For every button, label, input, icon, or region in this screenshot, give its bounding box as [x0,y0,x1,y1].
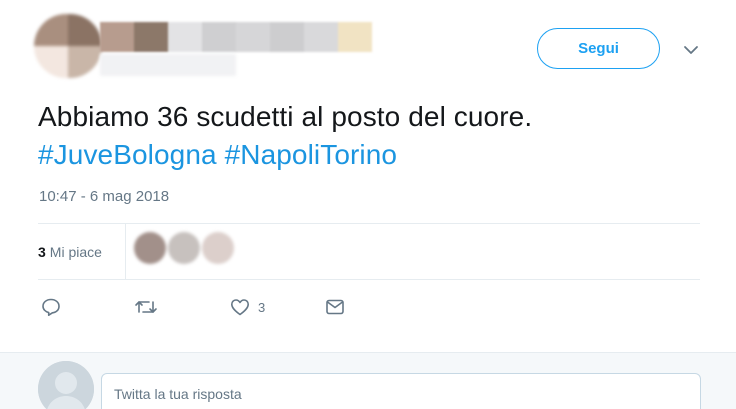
author-avatar[interactable] [34,14,102,78]
user-avatar[interactable] [38,361,94,409]
name-redaction-tile [304,22,338,52]
reply-input[interactable]: Twitta la tua risposta [101,373,701,409]
divider [38,279,700,280]
name-redaction-tile [134,22,168,52]
reply-area: Twitta la tua risposta [0,352,736,409]
name-redaction-tile [270,22,304,52]
avatar-tile [68,46,102,78]
retweet-icon [134,296,158,318]
likes-count: 3 [38,244,46,260]
stats-divider [125,224,126,279]
author-name-redacted[interactable] [100,22,372,52]
envelope-icon [324,296,346,318]
liker-avatar[interactable] [202,232,234,264]
name-redaction-tile [202,22,236,52]
hashtag-link[interactable]: #JuveBologna [38,139,217,170]
name-redaction-tile [236,22,270,52]
name-redaction-tile [168,22,202,52]
liker-avatar[interactable] [134,232,166,264]
tweet-hashtags: #JuveBologna #NapoliTorino [38,136,698,174]
default-avatar-icon [38,361,94,409]
likes-stat[interactable]: 3 Mi piace [38,244,102,260]
tweet-body: Abbiamo 36 scudetti al posto del cuore. [38,101,533,132]
avatar-tile [68,14,102,46]
name-redaction-tile [100,22,134,52]
tweet-page: Segui Abbiamo 36 scudetti al posto del c… [0,0,736,409]
retweet-button[interactable] [134,294,165,320]
hashtag-link[interactable]: #NapoliTorino [225,139,398,170]
heart-icon [229,296,251,318]
like-button[interactable]: 3 [229,294,265,320]
tweet-text: Abbiamo 36 scudetti al posto del cuore. … [38,98,698,174]
follow-button[interactable]: Segui [537,28,660,69]
liker-avatar[interactable] [168,232,200,264]
like-count: 3 [258,299,266,315]
liker-avatars [134,232,236,264]
name-redaction-tile [338,22,372,52]
avatar-tile [34,46,68,78]
likes-label: Mi piace [49,244,102,260]
stats-row: 3 Mi piace [38,224,700,279]
reply-icon [40,296,62,318]
avatar-tile [34,14,68,46]
reply-button[interactable] [40,294,69,320]
tweet-timestamp[interactable]: 10:47 - 6 mag 2018 [39,188,169,205]
chevron-down-icon[interactable] [681,42,701,58]
message-button[interactable] [324,294,353,320]
author-handle-redacted [100,54,236,76]
